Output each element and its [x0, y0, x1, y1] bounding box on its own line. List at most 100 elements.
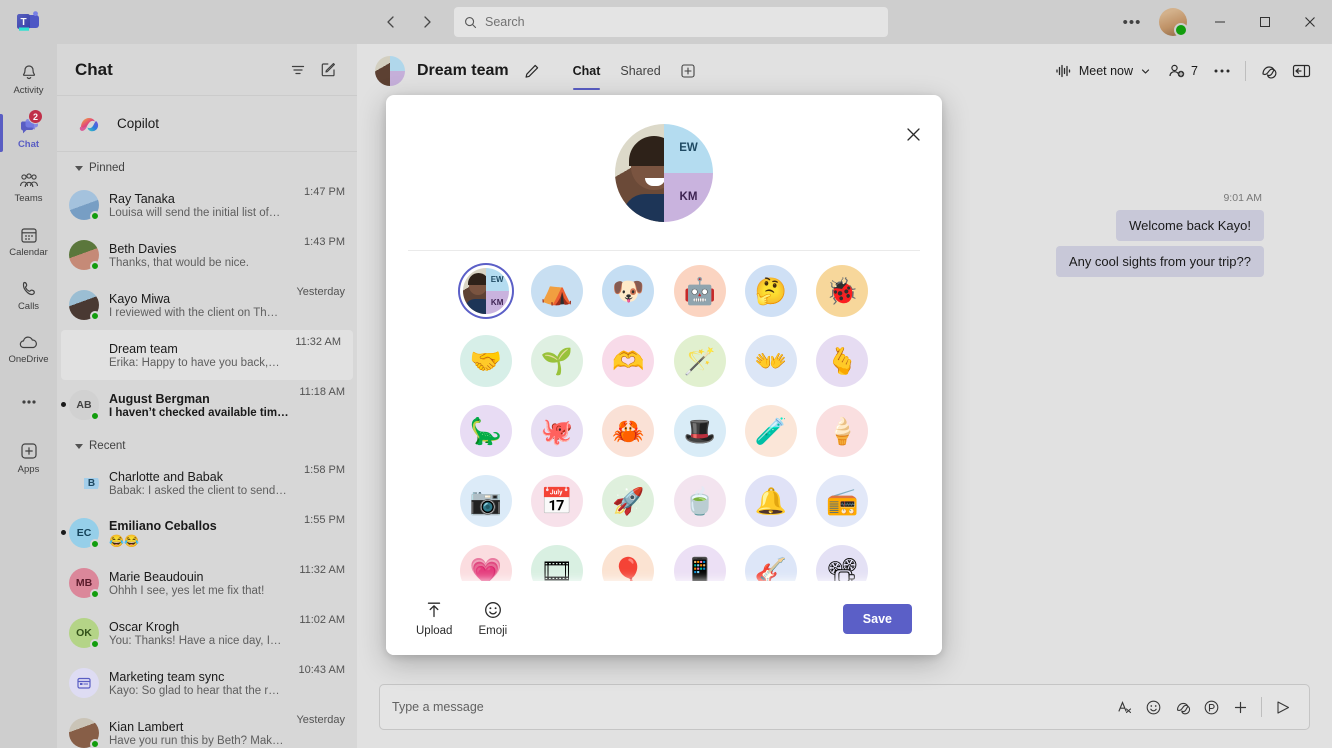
save-button[interactable]: Save — [842, 603, 912, 634]
avatar-photo — [615, 123, 664, 222]
avatar-option-dog-icon[interactable]: 🐶 — [602, 265, 655, 317]
avatar-option-cell: 🦀 — [593, 405, 664, 457]
avatar-option-cell: 🫰 — [807, 335, 878, 387]
leaf-in-hand-icon: 🌱 — [540, 346, 574, 376]
avatar-option-cell: 🪄 — [664, 335, 735, 387]
avatar-option-cell: 🐞 — [807, 265, 878, 317]
bug-icon: 🐞 — [826, 276, 859, 306]
avatar-option-camera-icon[interactable]: 📷 — [459, 475, 512, 527]
heart-icon: 💗 — [469, 556, 502, 581]
high-five-icon: 👐 — [754, 346, 788, 376]
avatar-option-cell: 💗 — [450, 545, 521, 581]
avatar-option-cell: 👐 — [735, 335, 806, 387]
ice-cream-icon: 🍦 — [826, 416, 859, 446]
avatar-option-app-window-icon[interactable]: 📱 — [673, 545, 726, 581]
bunny-in-hat-icon: 🎩 — [683, 416, 716, 446]
avatar-option-cell: 📱 — [664, 545, 735, 581]
avatar-option-potion-icon[interactable]: 🧪 — [744, 405, 797, 457]
emoji-button[interactable]: Emoji — [478, 600, 507, 637]
avatar-option-cell: ⛺ — [521, 265, 592, 317]
avatar-option-thinking-face-icon[interactable]: 🤔 — [744, 265, 797, 317]
avatar-grid-wrap[interactable]: EW KM ⛺ 🐶 🤖 🤔 🐞 🤝 🌱 🫶 🪄 👐 🫰 🦕 🐙 🦀 🎩 🧪 🍦 📷 📅 🚀 🍵 🔔 📻 💗 🎞 🎈 📱 🎸 📽 — [386, 251, 942, 581]
avatar-option-cell: 📻 — [807, 475, 878, 527]
dialog-footer: Upload Emoji Save — [386, 581, 942, 655]
avatar-option-octopus-icon[interactable]: 🐙 — [530, 405, 583, 457]
avatar-option-cell: 🎩 — [664, 405, 735, 457]
avatar-option-crab-icon[interactable]: 🦀 — [602, 405, 655, 457]
emoji-label: Emoji — [478, 625, 508, 637]
avatar-option-cell: EW KM — [450, 265, 521, 317]
heart-gesture-icon: 🫰 — [826, 346, 859, 376]
thinking-face-icon: 🤔 — [754, 276, 788, 306]
avatar-option-high-five-icon[interactable]: 👐 — [744, 335, 797, 387]
avatar-initials-ew: EW — [485, 268, 509, 291]
avatar-option-hot-air-balloon-icon[interactable]: 🎈 — [602, 545, 655, 581]
avatar-picker-dialog: EW KM EW KM ⛺ 🐶 🤖 🤔 🐞 🤝 🌱 🫶 🪄 👐 🫰 🦕 🐙 🦀 🎩 🧪 🍦 📷 📅 🚀 🍵 🔔 📻 💗 🎞 🎈 📱 🎸 📽 … — [386, 95, 942, 655]
dinosaur-icon: 🦕 — [469, 416, 502, 446]
avatar-option-cell: 🦕 — [450, 405, 521, 457]
avatar-option-cell: 🌱 — [521, 335, 592, 387]
close-icon[interactable] — [898, 119, 928, 149]
avatar-initials-km: KM — [664, 172, 713, 222]
avatar-option-guitar-icon[interactable]: 🎸 — [744, 545, 797, 581]
avatar-option-heart-icon[interactable]: 💗 — [459, 545, 512, 581]
avatar-option-current-group-photo[interactable]: EW KM — [460, 265, 512, 317]
handshake-icon: 🤝 — [469, 346, 502, 376]
avatar-option-cell: 🚀 — [593, 475, 664, 527]
heart-hands-icon: 🫶 — [612, 346, 645, 376]
avatar-option-ice-cream-icon[interactable]: 🍦 — [816, 405, 869, 457]
avatar-option-video-folder-icon[interactable]: 📽 — [816, 545, 869, 581]
avatar-option-cell: 🐶 — [593, 265, 664, 317]
bell-notification-icon: 🔔 — [754, 486, 788, 516]
film-reel-icon: 🎞 — [540, 556, 574, 581]
avatar-option-cell: 🤖 — [664, 265, 735, 317]
rocket-icon: 🚀 — [612, 486, 645, 516]
avatar-option-robot-icon[interactable]: 🤖 — [673, 265, 726, 317]
avatar-initials-ew: EW — [664, 123, 713, 173]
avatar-option-magic-wand-icon[interactable]: 🪄 — [673, 335, 726, 387]
avatar-option-cell: 🫶 — [593, 335, 664, 387]
upload-icon — [424, 600, 444, 620]
avatar-option-cell: 🍵 — [664, 475, 735, 527]
avatar-option-heart-hands-icon[interactable]: 🫶 — [602, 335, 655, 387]
avatar-option-cell: 📅 — [521, 475, 592, 527]
camping-icon: ⛺ — [540, 276, 574, 306]
app-window-icon: 📱 — [683, 556, 716, 581]
upload-button[interactable]: Upload — [416, 600, 452, 637]
avatar-option-film-reel-icon[interactable]: 🎞 — [530, 545, 583, 581]
avatar-option-calendar-grid-icon[interactable]: 📅 — [530, 475, 583, 527]
avatar-option-bell-notification-icon[interactable]: 🔔 — [744, 475, 797, 527]
avatar-option-cell: 📽 — [807, 545, 878, 581]
avatar-grid: EW KM ⛺ 🐶 🤖 🤔 🐞 🤝 🌱 🫶 🪄 👐 🫰 🦕 🐙 🦀 🎩 🧪 🍦 📷 📅 🚀 🍵 🔔 📻 💗 🎞 🎈 📱 🎸 📽 — [386, 265, 942, 581]
avatar-option-heart-gesture-icon[interactable]: 🫰 — [816, 335, 869, 387]
dialog-header: EW KM — [386, 95, 942, 250]
avatar-option-rocket-icon[interactable]: 🚀 — [602, 475, 655, 527]
avatar-option-bunny-in-hat-icon[interactable]: 🎩 — [673, 405, 726, 457]
video-folder-icon: 📽 — [825, 556, 859, 581]
magic-wand-icon: 🪄 — [683, 346, 716, 376]
avatar-option-cell: 🐙 — [521, 405, 592, 457]
avatar-option-cell: 📷 — [450, 475, 521, 527]
avatar-option-cell: 🎞 — [521, 545, 592, 581]
avatar-option-cell: 🔔 — [735, 475, 806, 527]
calendar-grid-icon: 📅 — [540, 486, 574, 516]
guitar-icon: 🎸 — [754, 556, 788, 581]
avatar-option-cell: 🎈 — [593, 545, 664, 581]
avatar-option-leaf-in-hand-icon[interactable]: 🌱 — [530, 335, 583, 387]
avatar-option-bug-icon[interactable]: 🐞 — [816, 265, 869, 317]
avatar-option-handshake-icon[interactable]: 🤝 — [459, 335, 512, 387]
crab-icon: 🦀 — [612, 416, 645, 446]
avatar-option-cell: 🤝 — [450, 335, 521, 387]
dog-icon: 🐶 — [612, 276, 645, 306]
current-avatar: EW KM — [462, 268, 509, 314]
avatar-option-cell: 🍦 — [807, 405, 878, 457]
avatar-option-boombox-icon[interactable]: 📻 — [816, 475, 869, 527]
upload-label: Upload — [416, 625, 453, 637]
avatar-option-cell: 🤔 — [735, 265, 806, 317]
teacup-icon: 🍵 — [683, 486, 716, 516]
avatar-option-camping-icon[interactable]: ⛺ — [530, 265, 583, 317]
avatar-option-teacup-icon[interactable]: 🍵 — [673, 475, 726, 527]
potion-icon: 🧪 — [754, 416, 788, 446]
avatar-option-dinosaur-icon[interactable]: 🦕 — [459, 405, 512, 457]
robot-icon: 🤖 — [683, 276, 716, 306]
